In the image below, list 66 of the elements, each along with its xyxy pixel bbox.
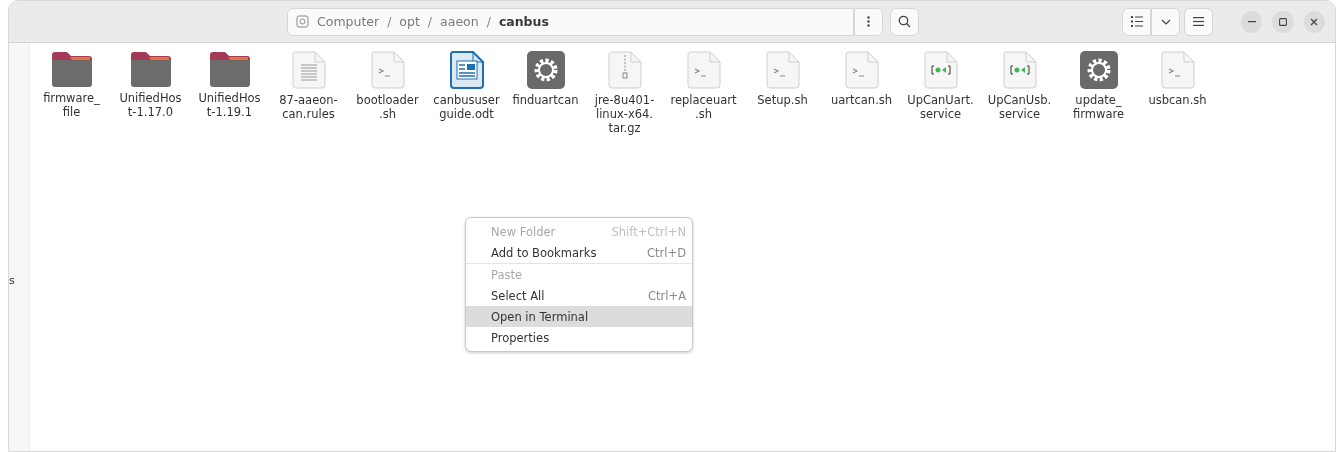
list-view-button[interactable] [1122,7,1152,36]
folder-icon [49,51,94,87]
menu-item[interactable]: Open in Terminal [466,306,692,327]
file-name[interactable]: uartcan.sh [830,93,893,107]
file-name[interactable]: finduartcan [512,93,579,107]
kebab-icon [867,16,871,27]
file-name[interactable]: firmware_ file [43,91,100,119]
document-icon [449,51,484,89]
close-button[interactable] [1303,10,1325,33]
menu-item-label: Paste [491,267,523,282]
gear-icon [526,51,565,89]
search-icon [898,15,912,28]
close-icon [1310,17,1319,26]
path-separator: / [427,14,433,29]
file-name[interactable]: bootloader .sh [356,93,419,121]
menu-item[interactable]: Properties [466,327,692,348]
file-name[interactable]: 87-aaeon- can.rules [279,93,338,121]
file-name[interactable]: UpCanUart. service [907,93,974,121]
script-file-icon [686,51,721,89]
path-bar[interactable]: Computer / opt / aaeon / canbus [287,7,855,36]
menu-item-label: Select All [491,288,545,303]
file-name[interactable]: usbcan.sh [1148,93,1207,107]
file-name[interactable]: replaceuart .sh [670,93,737,121]
file-name[interactable]: Setup.sh [757,93,808,107]
drive-icon [296,15,309,28]
path-separator: / [387,14,392,29]
search-button[interactable] [890,7,920,36]
chevron-down-icon [1160,18,1171,25]
menu-item-label: Add to Bookmarks [491,245,597,260]
file-name[interactable]: UpCanUsb. service [987,93,1052,121]
list-icon [1130,16,1143,27]
file-name[interactable]: UnifiedHos t-1.19.1 [198,91,261,119]
menu-item-label: Open in Terminal [491,309,589,324]
folder-icon [207,51,252,87]
menu-item-label: New Folder [491,224,556,239]
file-name[interactable]: jre-8u401- linux-x64. tar.gz [594,93,655,135]
folder-icon [128,51,173,87]
file-name[interactable]: update_ firmware [1073,93,1124,121]
service-file-icon [923,51,958,89]
maximize-icon [1279,17,1288,26]
gear-icon [1079,51,1118,89]
file-name[interactable]: UnifiedHos t-1.17.0 [119,91,182,119]
file-name[interactable]: canbususer guide.odt [433,93,500,121]
path-crumb[interactable]: aaeon [440,14,479,29]
zipped-file-icon [607,51,642,89]
menu-item-label: Properties [491,330,550,345]
shortcut-text: Ctrl+D [647,245,686,260]
menu-item[interactable]: Select All Ctrl+A [466,285,692,306]
script-file-icon [370,51,405,89]
minimize-icon [1247,20,1256,23]
shortcut-text: Shift+Ctrl+N [611,224,686,239]
path-crumb[interactable]: Computer [317,14,380,29]
sidebar-text: s [9,273,15,287]
script-file-icon [1160,51,1195,89]
shortcut-text: Ctrl+A [648,288,686,303]
maximize-button[interactable] [1272,10,1294,33]
menu-button[interactable] [1184,7,1214,36]
path-crumb[interactable]: canbus [498,14,549,29]
path-crumb[interactable]: opt [399,14,420,29]
text-file-icon [291,51,326,89]
menu-item[interactable]: Add to Bookmarks Ctrl+D [466,242,692,264]
script-file-icon [844,51,879,89]
menu-icon [1193,17,1205,26]
path-separator: / [486,14,491,29]
script-file-icon [765,51,800,89]
service-file-icon [1002,51,1037,89]
